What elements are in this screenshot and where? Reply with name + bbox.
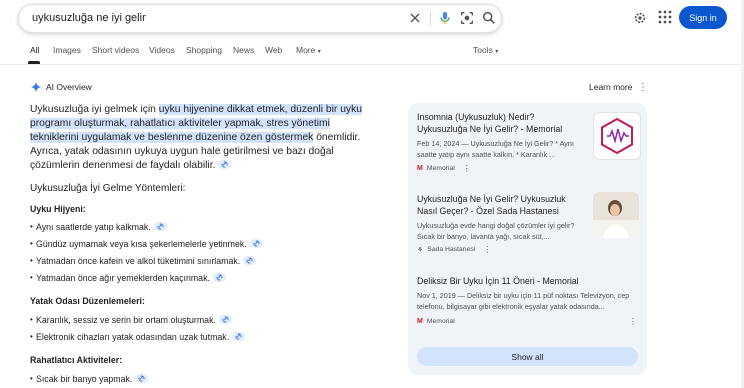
group-heading-yatak-odasi: Yatak Odası Düzenlemeleri:: [30, 296, 145, 306]
source-options-icon[interactable]: ⋮: [629, 317, 637, 326]
show-all-button[interactable]: Show all: [417, 347, 638, 366]
source-site-name: Memorial: [426, 318, 455, 325]
learn-more-link[interactable]: Learn more: [589, 82, 632, 92]
settings-gear-icon[interactable]: [632, 10, 648, 26]
sleepless-person-image: [593, 192, 639, 238]
microphone-icon[interactable]: [437, 10, 453, 26]
ai-sparkle-icon: [30, 81, 42, 93]
list-item-text: Gündüz uymamak veya kısa şekerlemelerle …: [36, 239, 247, 249]
source-link-icon[interactable]: [243, 256, 257, 266]
list-item-text: Aynı saatlerde yatıp kalkmak.: [36, 222, 151, 232]
memorial-logo-icon: M: [417, 318, 423, 325]
list-item-text: Yatmadan önce kafein ve alkol tüketimini…: [36, 256, 241, 266]
chevron-down-icon: ▾: [495, 49, 499, 55]
source-site: M Memorial: [417, 318, 455, 325]
source-link-icon[interactable]: [232, 332, 246, 342]
search-box[interactable]: uykusuzluğa ne iyi gelir: [18, 4, 502, 33]
source-thumbnail[interactable]: [593, 192, 639, 238]
tab-news[interactable]: News: [233, 45, 254, 55]
clear-icon[interactable]: [407, 10, 423, 26]
source-snippet: Feb 14, 2024 — Uykusuzluğa Ne İyi Gelir?…: [417, 139, 574, 159]
list-item: Elektronik cihazları yatak odasından uza…: [30, 332, 246, 342]
ai-overview-body: Uykusuzluğa iyi gelmek için uyku hijyeni…: [30, 103, 378, 173]
sada-logo-icon: ⚘: [417, 246, 424, 254]
tab-short-videos[interactable]: Short videos: [92, 45, 139, 55]
sources-panel: Insomnia (Uykusuzluk) Nedir? Uykusuzluğa…: [408, 103, 647, 375]
source-card[interactable]: Deliksiz Bir Uyku İçin 11 Öneri - Memori…: [417, 275, 642, 312]
search-input[interactable]: uykusuzluğa ne iyi gelir: [32, 12, 146, 24]
source-link-icon[interactable]: [212, 273, 226, 283]
intro-lead: Uykusuzluğa iyi gelmek için: [30, 104, 159, 115]
tools-label: Tools: [473, 45, 493, 55]
sign-in-button[interactable]: Sign in: [679, 6, 727, 29]
source-title[interactable]: Insomnia (Uykusuzluk) Nedir? Uykusuzluğa…: [417, 111, 587, 135]
tabs-divider: [0, 64, 744, 65]
source-thumbnail[interactable]: [593, 112, 641, 160]
brain-wave-icon: [601, 117, 633, 155]
source-site: M Memorial ⋮: [417, 164, 471, 173]
chevron-down-icon: ▾: [317, 49, 321, 55]
tab-images[interactable]: Images: [53, 45, 81, 55]
tools-button[interactable]: Tools ▾: [473, 45, 498, 55]
list-item: Yatmadan önce ağır yemeklerden kaçınmak.: [30, 273, 226, 283]
list-item-text: Yatmadan önce ağır yemeklerden kaçınmak.: [36, 273, 210, 283]
tab-more[interactable]: More ▾: [296, 45, 321, 55]
list-item-text: Sıcak bir banyo yapmak.: [36, 374, 133, 384]
list-item: Gündüz uymamak veya kısa şekerlemelerle …: [30, 239, 263, 249]
more-options-icon[interactable]: ⋮: [638, 82, 648, 93]
tab-web[interactable]: Web: [265, 45, 282, 55]
source-link-icon[interactable]: [135, 374, 149, 384]
more-label: More: [296, 45, 316, 55]
list-item-text: Elektronik cihazları yatak odasından uza…: [36, 332, 230, 342]
group-heading-uyku-hijyeni: Uyku Hijyeni:: [30, 204, 86, 214]
tab-all[interactable]: All: [30, 45, 39, 55]
list-item: Yatmadan önce kafein ve alkol tüketimini…: [30, 256, 257, 266]
list-item-text: Karanlık, sessiz ve serin bir ortam oluş…: [36, 315, 216, 325]
search-tabs: All Images Short videos Videos Shopping …: [0, 44, 744, 66]
source-snippet: Uykusuzluğa evde hangi doğal çözümler iy…: [417, 221, 575, 241]
section-title: Uykusuzluğa İyi Gelme Yöntemleri:: [30, 183, 186, 194]
search-divider: [430, 11, 431, 26]
list-item: Aynı saatlerde yatıp kalkmak.: [30, 222, 167, 232]
tab-shopping[interactable]: Shopping: [186, 45, 222, 55]
source-site: ⚘ Sada Hastanesi ⋮: [417, 245, 491, 254]
list-item: Sıcak bir banyo yapmak.: [30, 374, 149, 384]
list-item: Karanlık, sessiz ve serin bir ortam oluş…: [30, 315, 232, 325]
source-link-icon[interactable]: [218, 159, 232, 169]
apps-grid-icon[interactable]: [658, 10, 672, 24]
source-link-icon[interactable]: [153, 222, 167, 232]
source-options-icon[interactable]: ⋮: [463, 164, 471, 173]
tab-videos[interactable]: Videos: [149, 45, 175, 55]
lens-icon[interactable]: [459, 10, 475, 26]
source-site-name: Sada Hastanesi: [427, 246, 476, 253]
group-heading-rahatlatici: Rahatlatıcı Aktiviteler:: [30, 355, 123, 365]
source-options-icon[interactable]: ⋮: [483, 245, 491, 254]
ai-overview-intro: Uykusuzluğa iyi gelmek için uyku hijyeni…: [30, 103, 378, 173]
search-icon[interactable]: [481, 10, 497, 26]
source-title[interactable]: Deliksiz Bir Uyku İçin 11 Öneri - Memori…: [417, 275, 642, 287]
source-link-icon[interactable]: [218, 315, 232, 325]
source-link-icon[interactable]: [249, 239, 263, 249]
memorial-logo-icon: M: [417, 165, 423, 172]
ai-overview-title: AI Overview: [46, 82, 92, 92]
source-title[interactable]: Uykusuzluğa Ne İyi Gelir? Uykusuzluk Nas…: [417, 193, 587, 217]
source-snippet: Nov 1, 2019 — Deliksiz bir uyku için 11 …: [417, 291, 630, 311]
source-site-name: Memorial: [426, 165, 455, 172]
